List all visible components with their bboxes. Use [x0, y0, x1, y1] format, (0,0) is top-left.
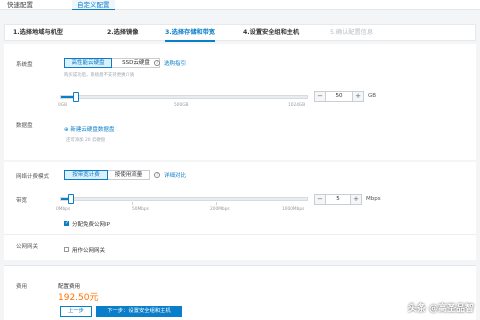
storage-panel: 系统盘 高性能云硬盘 SSD云硬盘 ? 选购指引 购买成功后，系统盘不支持更换介…	[4, 44, 476, 160]
compare-link[interactable]: 详细对比	[164, 171, 186, 179]
increment-button[interactable]: +	[351, 195, 361, 204]
data-disk-remaining: 还可添加 20 云硬盘	[66, 138, 106, 143]
add-data-disk-label: 新建云硬盘数据盘	[70, 127, 115, 133]
step-region-and-model[interactable]: 1.选择地域与机型	[13, 25, 63, 41]
bandwidth-tick-1: 50Mbps	[132, 207, 149, 212]
assign-public-ip-label: 分配免费公网IP	[72, 222, 110, 228]
step-image[interactable]: 2.选择镜像	[107, 25, 138, 41]
config-fee-price: 192.50元	[58, 293, 99, 303]
fee-label: 费用	[16, 284, 28, 290]
bandwidth-slider-handle[interactable]	[68, 194, 75, 204]
bandwidth-unit: Mbps	[366, 196, 381, 202]
system-disk-label: 系统盘	[16, 62, 33, 68]
purchase-guide-link[interactable]: 选购指引	[164, 59, 186, 67]
step-security-group[interactable]: 4.设置安全组和主机	[243, 25, 299, 41]
bandwidth-stepper: − 5 +	[314, 194, 362, 205]
increment-button[interactable]: +	[353, 92, 363, 101]
assign-public-ip-checkbox[interactable]	[64, 220, 69, 226]
tab-custom-config[interactable]: 自定义配置	[72, 0, 115, 10]
step-storage-bandwidth[interactable]: 3.选择存储和带宽	[165, 25, 215, 42]
bandwidth-slider-fill	[61, 198, 69, 200]
system-disk-slider[interactable]	[60, 95, 308, 99]
bandwidth-slider[interactable]	[60, 197, 308, 201]
system-disk-note: 购买成功后，系统盘不支持更换介质	[64, 73, 135, 78]
decrement-button[interactable]: −	[315, 92, 325, 101]
slider-tick-mid: 500GB	[174, 103, 189, 108]
network-panel: 网络计费模式 按带宽计费 按使用流量 ? 详细对比 带宽 0Mbps 50Mbp…	[4, 162, 476, 260]
tick-line	[216, 202, 217, 205]
billing-by-traffic[interactable]: 按使用流量	[108, 171, 149, 179]
public-gateway-checkbox[interactable]	[64, 247, 69, 252]
system-disk-slider-handle[interactable]	[73, 92, 79, 102]
network-billing-label: 网络计费模式	[16, 174, 50, 180]
bandwidth-input[interactable]: 5	[325, 195, 351, 204]
add-data-disk-link[interactable]: ⊕ 新建云硬盘数据盘	[64, 125, 114, 133]
system-disk-size-input[interactable]: 50	[325, 92, 353, 101]
system-disk-slider-fill	[61, 96, 73, 98]
slider-tick-max: 1024GB	[288, 103, 306, 108]
disk-type-premium[interactable]: 高性能云硬盘	[64, 58, 112, 68]
public-gateway-option-label: 用作公网网关	[72, 248, 106, 254]
step-confirm: 5.确认配置信息	[330, 29, 374, 36]
system-disk-unit: GB	[368, 93, 377, 99]
watermark: 头条 @高圣品智	[407, 304, 474, 314]
bandwidth-tick-0: 0Mbps	[56, 207, 71, 212]
next-step-button[interactable]: 下一步：设置安全组和主机	[96, 306, 182, 317]
help-icon: ?	[154, 60, 160, 66]
prev-step-button[interactable]: 上一步	[60, 306, 92, 317]
tab-quick-config[interactable]: 快速配置	[2, 0, 38, 10]
bandwidth-tick-3: 1000Mbps	[282, 207, 305, 212]
billing-by-bandwidth[interactable]: 按带宽计费	[64, 170, 108, 180]
config-mode-tabs: 快速配置 自定义配置	[0, 0, 480, 10]
data-disk-label: 数据盘	[16, 123, 33, 129]
wizard-steps: 1.选择地域与机型 2.选择镜像 3.选择存储和带宽 4.设置安全组和主机 5.…	[4, 24, 476, 42]
system-disk-type-selector: 高性能云硬盘 SSD云硬盘	[64, 58, 160, 68]
config-fee-label: 配置费用	[58, 284, 81, 290]
decrement-button[interactable]: −	[315, 195, 325, 204]
slider-tick-min: 0GB	[58, 103, 68, 108]
fee-panel: 费用 配置费用 192.50元 上一步 下一步：设置安全组和主机	[4, 265, 476, 320]
help-icon: ?	[154, 172, 160, 178]
bandwidth-tick-2: 200Mbps	[210, 207, 230, 212]
bandwidth-label: 带宽	[16, 198, 28, 204]
disk-type-ssd[interactable]: SSD云硬盘	[113, 59, 159, 67]
network-billing-selector: 按带宽计费 按使用流量	[64, 170, 150, 180]
tick-line	[132, 202, 133, 205]
system-disk-size-stepper: − 50 +	[314, 91, 364, 102]
public-gateway-label: 公网网关	[16, 244, 39, 250]
divider	[4, 234, 476, 235]
